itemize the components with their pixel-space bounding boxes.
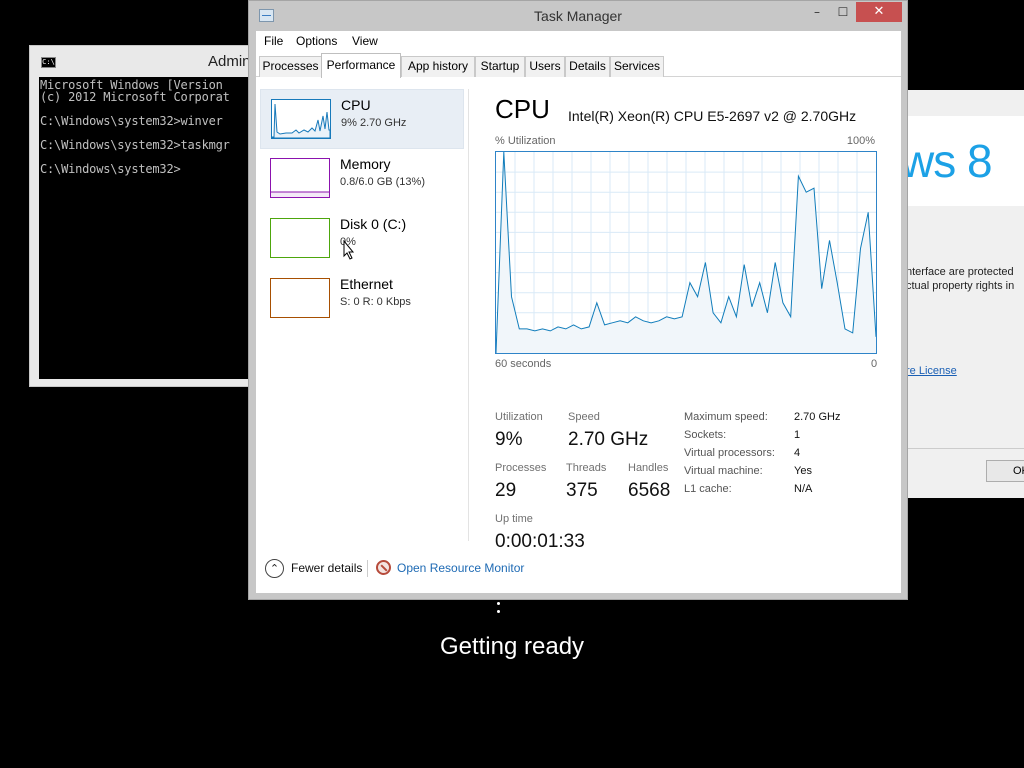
threads-value: 375 <box>566 480 598 501</box>
cpu-graph-svg <box>496 152 876 353</box>
resource-monitor-icon[interactable] <box>376 560 391 575</box>
spec-value: 1 <box>794 429 801 441</box>
handles-value: 6568 <box>628 480 671 501</box>
winver-window[interactable]: ws 8 nterface are protected ctual proper… <box>901 90 1024 498</box>
spec-value: 4 <box>794 447 801 459</box>
spec-label: Sockets: <box>684 429 727 441</box>
utilization-axis-label: % Utilization <box>495 135 556 147</box>
spec-label: Virtual processors: <box>684 447 775 459</box>
resource-name: Memory <box>340 156 391 172</box>
windows-logo: ws 8 <box>901 116 1024 206</box>
speed-label: Speed <box>568 411 600 423</box>
cmd-line: C:\Windows\system32>winver <box>40 114 223 128</box>
cmd-icon: C:\ <box>41 57 56 68</box>
mouse-cursor-icon <box>343 240 355 260</box>
resource-item-memory[interactable]: Memory 0.8/6.0 GB (13%) <box>260 149 464 209</box>
resource-name: CPU <box>341 97 371 113</box>
ok-button[interactable]: OK <box>986 460 1024 482</box>
memory-thumbnail <box>270 158 330 198</box>
windows-logo-text: ws 8 <box>901 135 993 187</box>
handles-label: Handles <box>628 462 669 474</box>
divider <box>468 89 469 541</box>
resource-item-cpu[interactable]: CPU 9% 2.70 GHz <box>260 89 464 149</box>
license-link[interactable]: re License <box>906 365 957 377</box>
resource-name: Ethernet <box>340 276 393 292</box>
close-button[interactable]: ✕ <box>856 2 902 22</box>
uptime-value: 0:00:01:33 <box>495 531 585 552</box>
menu-options[interactable]: Options <box>296 34 337 48</box>
cpu-model: Intel(R) Xeon(R) CPU E5-2697 v2 @ 2.70GH… <box>568 108 857 124</box>
utilization-value: 9% <box>495 429 523 450</box>
spec-value: 2.70 GHz <box>794 411 841 423</box>
disk-thumbnail <box>270 218 330 258</box>
tab-details[interactable]: Details <box>565 56 610 77</box>
winver-text: nterface are protected <box>906 266 1014 278</box>
resource-list: CPU 9% 2.70 GHz Memory 0.8/6.0 GB (13%) … <box>256 78 468 554</box>
ethernet-thumbnail <box>270 278 330 318</box>
time-range-label: 60 seconds <box>495 358 552 370</box>
tab-processes[interactable]: Processes <box>259 56 322 77</box>
task-manager-client: File Options View Processes Performance … <box>256 31 901 593</box>
spec-label: Maximum speed: <box>684 411 768 423</box>
chevron-up-icon[interactable]: ⌃ <box>265 559 284 578</box>
resource-item-ethernet[interactable]: Ethernet S: 0 R: 0 Kbps <box>260 269 464 329</box>
spec-label: L1 cache: <box>684 483 732 495</box>
status-text: Getting ready <box>439 633 585 660</box>
tab-strip: Processes Performance App history Startu… <box>256 53 901 78</box>
resource-sub: 9% 2.70 GHz <box>341 117 407 129</box>
resource-name: Disk 0 (C:) <box>340 216 407 232</box>
utilization-label: Utilization <box>495 411 543 423</box>
spec-value: Yes <box>794 465 812 477</box>
uptime-label: Up time <box>495 513 533 525</box>
time-end-label: 0 <box>871 358 878 370</box>
processes-value: 29 <box>495 480 517 501</box>
loading-dots <box>497 602 501 614</box>
tab-startup[interactable]: Startup <box>475 56 525 77</box>
cpu-heading: CPU <box>495 94 550 124</box>
tab-app-history[interactable]: App history <box>401 56 475 77</box>
maximize-button[interactable]: ☐ <box>830 2 856 22</box>
spec-label: Virtual machine: <box>684 465 763 477</box>
cmd-title: Admin <box>208 53 251 70</box>
title-bar[interactable]: Task Manager – ☐ ✕ <box>249 1 907 31</box>
tab-services[interactable]: Services <box>610 56 664 77</box>
divider <box>367 560 368 577</box>
divider <box>906 448 1024 449</box>
winver-text: ctual property rights in <box>906 280 1015 292</box>
spec-value: N/A <box>794 483 813 495</box>
task-manager-window[interactable]: Task Manager – ☐ ✕ File Options View Pro… <box>248 0 908 600</box>
cpu-thumbnail <box>271 99 331 139</box>
cmd-line: C:\Windows\system32>taskmgr <box>40 138 230 152</box>
resource-sub: S: 0 R: 0 Kbps <box>340 296 411 308</box>
command-prompt-window[interactable]: C:\ Admin Microsoft Windows [Version (c)… <box>29 45 251 387</box>
cmd-line: (c) 2012 Microsoft Corporat <box>40 90 230 104</box>
resource-sub: 0.8/6.0 GB (13%) <box>340 176 425 188</box>
resource-item-disk[interactable]: Disk 0 (C:) 0% <box>260 209 464 269</box>
tab-users[interactable]: Users <box>525 56 565 77</box>
axis-max-label: 100% <box>846 135 875 147</box>
menu-bar: File Options View <box>256 31 901 53</box>
cmd-line: C:\Windows\system32> <box>40 162 181 176</box>
threads-label: Threads <box>566 462 607 474</box>
open-resource-monitor-link[interactable]: Open Resource Monitor <box>397 561 524 575</box>
minimize-button[interactable]: – <box>804 2 830 22</box>
footer-bar: ⌃ Fewer details Open Resource Monitor <box>256 554 901 584</box>
fewer-details-link[interactable]: Fewer details <box>291 561 362 575</box>
tab-performance[interactable]: Performance <box>321 53 401 78</box>
processes-label: Processes <box>495 462 547 474</box>
cpu-utilization-graph <box>495 151 877 354</box>
menu-file[interactable]: File <box>264 34 283 48</box>
cpu-detail-panel: CPU Intel(R) Xeon(R) CPU E5-2697 v2 @ 2.… <box>495 89 895 559</box>
speed-value: 2.70 GHz <box>568 429 649 450</box>
menu-view[interactable]: View <box>352 34 378 48</box>
cmd-console[interactable]: Microsoft Windows [Version (c) 2012 Micr… <box>39 77 251 379</box>
